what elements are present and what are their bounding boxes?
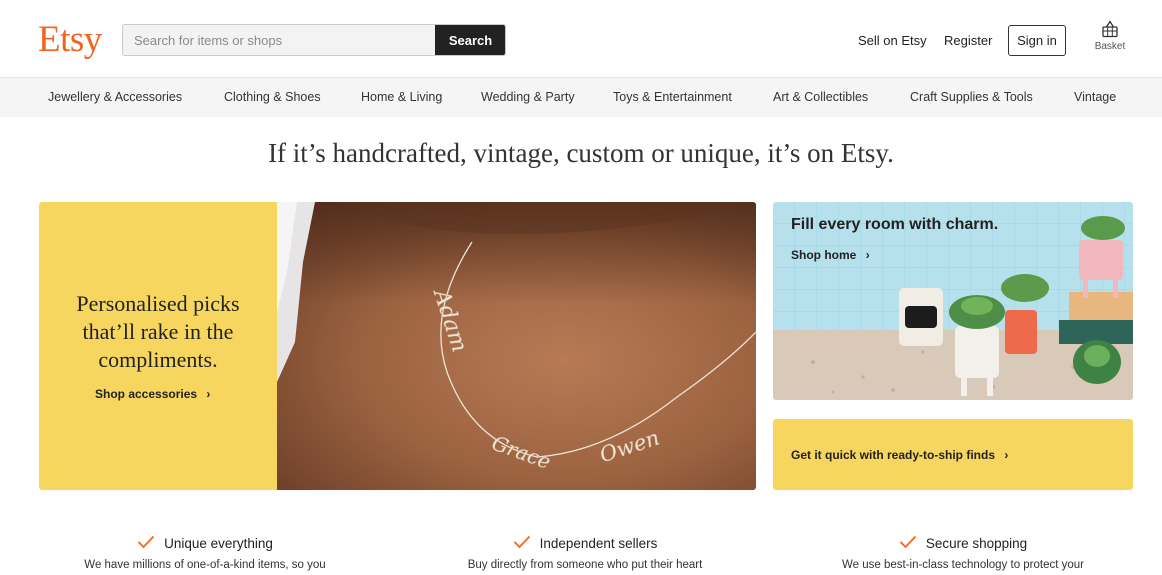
etsy-logo[interactable]: Etsy [38,18,102,62]
basket-label: Basket [1094,41,1126,52]
site-header: Etsy Search Sell on Etsy Register Sign i… [0,0,1162,76]
ready-to-ship-label: Get it quick with ready-to-ship finds [791,448,996,462]
nav-item-vintage[interactable]: Vintage [1074,90,1116,104]
basket-icon [1102,20,1118,38]
chevron-right-icon: › [1004,448,1009,462]
feature-title: Secure shopping [925,536,1028,551]
shop-accessories-link[interactable]: Shop accessories › [95,387,210,401]
nav-item-art-collectibles[interactable]: Art & Collectibles [773,90,868,104]
accessories-promo-panel: Personalised picks that’ll rake in the c… [39,202,277,490]
feature-text: We have millions of one-of-a-kind items,… [84,559,326,571]
chevron-right-icon: › [865,248,870,262]
feature-secure-shopping: Secure shopping We use best-in-class tec… [773,535,1153,571]
sign-in-button[interactable]: Sign in [1008,25,1066,56]
basket-button[interactable]: Basket [1088,20,1132,64]
ready-to-ship-promo[interactable]: Get it quick with ready-to-ship finds › [773,419,1133,490]
chevron-right-icon: › [206,387,211,401]
nav-item-jewellery-accessories[interactable]: Jewellery & Accessories [48,90,182,104]
feature-text: Buy directly from someone who put their … [467,559,703,571]
feature-text: We use best-in-class technology to prote… [841,559,1085,571]
shop-home-link[interactable]: Shop home › [791,248,870,262]
sell-on-etsy-link[interactable]: Sell on Etsy [858,33,927,48]
nav-item-home-living[interactable]: Home & Living [361,90,442,104]
check-icon [137,535,155,549]
register-link[interactable]: Register [944,33,992,48]
nav-item-wedding-party[interactable]: Wedding & Party [481,90,575,104]
search-bar: Search [122,24,506,56]
feature-independent-sellers: Independent sellers Buy directly from so… [395,535,775,571]
check-icon [513,535,530,549]
accessories-promo-title: Personalised picks that’ll rake in the c… [76,291,240,372]
feature-title: Independent sellers [539,536,658,551]
search-input[interactable] [123,25,435,55]
shop-home-label: Shop home [791,248,857,262]
shop-accessories-label: Shop accessories [95,387,198,401]
check-icon [899,535,916,549]
nav-item-toys-entertainment[interactable]: Toys & Entertainment [613,90,732,104]
accessories-promo[interactable]: Personalised picks that’ll rake in the c… [39,202,756,490]
category-nav: Jewellery & Accessories Clothing & Shoes… [0,77,1162,117]
home-promo[interactable]: Fill every room with charm. Shop home › [773,202,1133,400]
ready-to-ship-link[interactable]: Get it quick with ready-to-ship finds › [791,448,1008,462]
necklace-photo: Adam Grace Owen [277,202,756,490]
search-button[interactable]: Search [435,25,505,55]
nav-item-clothing-shoes[interactable]: Clothing & Shoes [224,90,321,104]
home-promo-title: Fill every room with charm. [791,216,999,233]
nav-item-craft-supplies-tools[interactable]: Craft Supplies & Tools [910,90,1033,104]
feature-unique-everything: Unique everything We have millions of on… [15,535,395,571]
tagline: If it’s handcrafted, vintage, custom or … [268,138,894,168]
feature-title: Unique everything [164,536,273,551]
